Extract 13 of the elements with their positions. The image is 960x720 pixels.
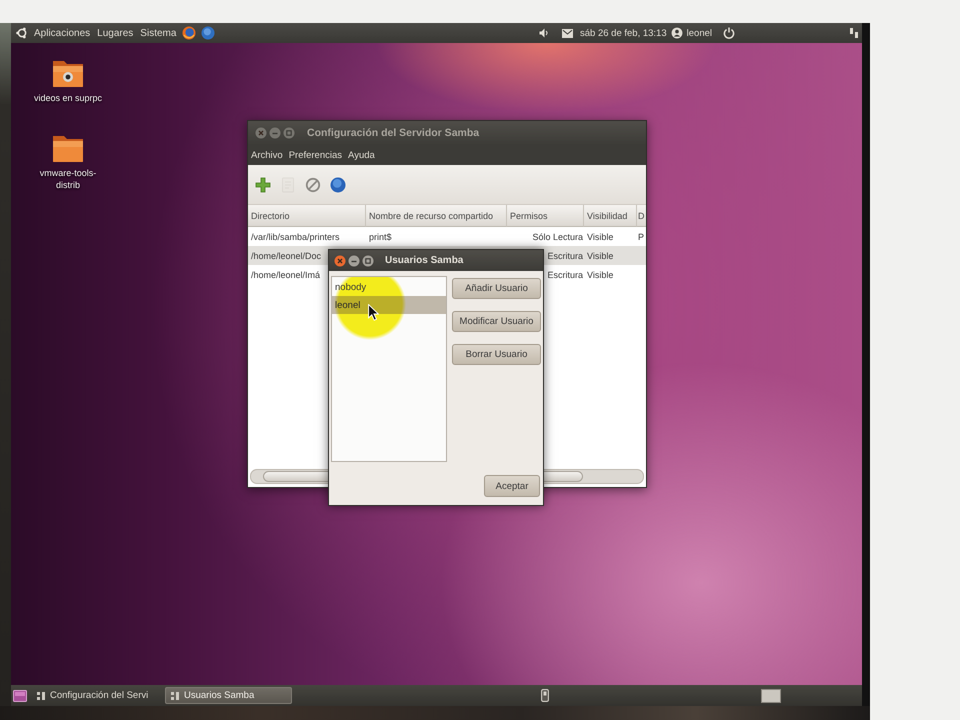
window-title: Usuarios Samba [385,255,464,266]
table-cell: Visible [587,250,614,260]
table-cell: Escritura [547,270,583,280]
table-cell: P [638,232,644,242]
table-cell: Sólo Lectura [532,232,583,242]
table-cell: print$ [369,232,392,242]
table-cell: /home/leonel/Doc [251,250,322,260]
table-cell: /home/leonel/Imá [251,270,320,280]
table-cell: Visible [587,270,614,280]
table-cell: Escritura [547,250,583,260]
table-cell: /var/lib/samba/printers [251,232,340,242]
window-title: Configuración del Servidor Samba [307,127,480,139]
table-cell: Visible [587,232,614,242]
